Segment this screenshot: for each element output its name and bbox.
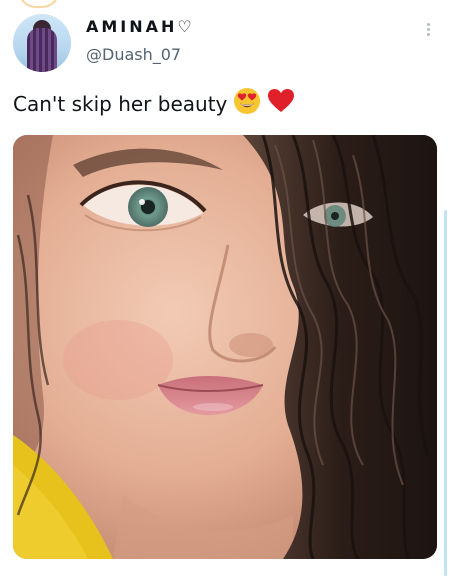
- heart-eyes-emoji: [233, 87, 261, 120]
- tweet-text: Can't skip her beauty: [13, 87, 295, 120]
- more-options-button[interactable]: [420, 17, 436, 41]
- display-name-text: AMINAH: [86, 17, 178, 36]
- red-heart-emoji: [267, 88, 295, 119]
- more-vertical-icon: [426, 22, 430, 36]
- tweet-photo[interactable]: [13, 135, 437, 559]
- selfie-photo: [13, 135, 437, 559]
- scrollbar[interactable]: [444, 210, 447, 576]
- user-handle[interactable]: @Duash_07: [86, 45, 181, 64]
- tweet-card[interactable]: AMINAH♡ @Duash_07 Can't skip her beauty: [0, 0, 450, 576]
- tweet-text-content: Can't skip her beauty: [13, 91, 228, 116]
- avatar-figure-body: [27, 28, 57, 72]
- display-name[interactable]: AMINAH♡: [86, 17, 192, 36]
- heart-outline-icon: ♡: [177, 17, 192, 36]
- avatar[interactable]: [13, 14, 71, 72]
